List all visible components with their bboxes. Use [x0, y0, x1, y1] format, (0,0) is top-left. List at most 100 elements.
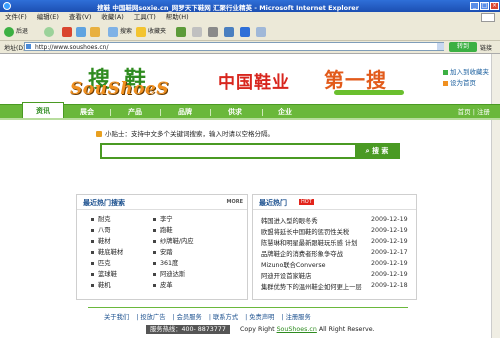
nav-companies[interactable]: 企业: [278, 105, 292, 119]
menu-view[interactable]: 查看(V): [69, 12, 92, 23]
keyword-item[interactable]: 篮球鞋: [91, 269, 117, 278]
edit-icon: [224, 26, 234, 37]
nav-register-link[interactable]: 注册: [477, 108, 490, 116]
menu-file[interactable]: 文件(F): [5, 12, 27, 23]
keyword-label: 鞋机: [98, 282, 111, 289]
keyword-label: 八哥: [98, 227, 111, 234]
window-titlebar: 搜鞋 中国鞋网soxie.cn_网罗天下鞋网 汇聚行业精英 - Microsof…: [0, 0, 500, 12]
news-date: 2009-12-17: [371, 249, 408, 256]
search-submit-button[interactable]: ⌕ 搜 索: [355, 144, 399, 158]
forward-button[interactable]: [44, 26, 56, 37]
keyword-item[interactable]: 皮革: [153, 280, 173, 289]
close-button[interactable]: ×: [490, 2, 499, 10]
address-dropdown-icon[interactable]: [437, 43, 444, 50]
menu-favorites[interactable]: 收藏(A): [101, 12, 124, 23]
news-title[interactable]: 品牌鞋企的消费者形象争夺战: [261, 249, 343, 258]
bullet-icon: [91, 228, 94, 232]
nav-news[interactable]: 资讯: [22, 102, 64, 119]
minimize-button[interactable]: _: [470, 2, 479, 10]
go-button[interactable]: 转到: [449, 42, 477, 52]
keyword-item[interactable]: 安踏: [153, 247, 173, 256]
mail-button[interactable]: [192, 26, 204, 37]
nav-products[interactable]: 产品: [128, 105, 142, 119]
news-title[interactable]: Mizuno联合Converse: [261, 260, 326, 269]
menu-tools[interactable]: 工具(T): [134, 12, 156, 23]
messenger-button[interactable]: [240, 26, 252, 37]
footer-link-disclaimer[interactable]: 免责声明: [249, 314, 274, 321]
footer-divider: [88, 307, 408, 308]
forward-arrow-icon: [44, 26, 54, 37]
footer-link-ads[interactable]: 投放广告: [140, 314, 165, 321]
search-tip-text: 小贴士：支持中文多个关键词搜索，输入时请以空格分隔。: [105, 130, 274, 138]
keyword-item[interactable]: 鞋材: [91, 236, 111, 245]
favorites-button[interactable]: 收藏夹: [136, 26, 166, 37]
address-input[interactable]: http://www.soushoes.cn/: [24, 42, 444, 51]
copyright-prefix: Copy Right: [240, 326, 277, 333]
bullet-icon: [91, 283, 94, 287]
page-icon: [26, 44, 31, 49]
links-button[interactable]: 链接: [480, 43, 492, 52]
keyword-item[interactable]: 八哥: [91, 225, 111, 234]
hot-news-header: 最近热门 HOT: [253, 195, 416, 210]
bullet-icon: [91, 261, 94, 265]
home-icon: [443, 80, 448, 86]
vertical-scrollbar[interactable]: [491, 54, 500, 338]
news-date: 2009-12-18: [371, 282, 408, 289]
nav-supply[interactable]: 供求: [228, 105, 242, 119]
bullet-icon: [91, 217, 94, 221]
back-label: 后退: [16, 28, 29, 35]
nav-exhibition[interactable]: 展会: [80, 105, 94, 119]
hot-search-header: 最近热门搜索 MORE: [77, 195, 247, 210]
favorites-label: 收藏夹: [148, 28, 167, 35]
news-title[interactable]: 集群优势下的温州鞋企如何更上一层: [261, 282, 362, 291]
bullet-icon: [91, 239, 94, 243]
copyright-link[interactable]: SouShoes.cn: [277, 326, 317, 333]
keyword-item[interactable]: 耐克: [91, 214, 111, 223]
site-logo[interactable]: SouShoeS: [70, 79, 169, 99]
refresh-button[interactable]: [76, 26, 88, 37]
print-button[interactable]: [208, 26, 220, 37]
set-home-link[interactable]: 设为首页: [443, 77, 476, 87]
keyword-item[interactable]: 跑鞋: [153, 225, 173, 234]
keyword-item[interactable]: 匹克: [91, 258, 111, 267]
news-date: 2009-12-19: [371, 271, 408, 278]
add-favorite-link[interactable]: 加入到收藏夹: [443, 66, 489, 76]
maximize-button[interactable]: □: [480, 2, 489, 10]
footer-link-about[interactable]: 关于我们: [104, 314, 129, 321]
service-hotline: 服务热线：400- 8873777: [146, 325, 230, 334]
more-link[interactable]: MORE: [227, 199, 244, 205]
media-button[interactable]: [176, 26, 188, 37]
keyword-item[interactable]: 李宁: [153, 214, 173, 223]
nav-brands[interactable]: 品牌: [178, 105, 192, 119]
footer-link-membership[interactable]: 会员服务: [177, 314, 202, 321]
menu-help[interactable]: 帮助(H): [166, 12, 189, 23]
footer-link-contact[interactable]: 联系方式: [213, 314, 238, 321]
bullet-icon: [153, 272, 156, 276]
menu-edit[interactable]: 编辑(E): [37, 12, 59, 23]
nav-separator: [210, 109, 211, 116]
research-button[interactable]: [256, 26, 268, 37]
address-bar: 地址(D) http://www.soushoes.cn/ 转到 链接: [0, 41, 500, 54]
news-title[interactable]: 陈慧琳和明星最新跟鞋玩乐感 计划: [261, 238, 357, 247]
research-icon: [256, 26, 266, 37]
stop-button[interactable]: [62, 26, 74, 37]
news-title[interactable]: 阿迪开设首家鞋店: [261, 271, 311, 280]
back-button[interactable]: 后退: [4, 26, 28, 37]
keyword-item[interactable]: 阿迪达斯: [153, 269, 185, 278]
messenger-icon: [240, 26, 250, 37]
bullet-icon: [153, 261, 156, 265]
keyword-item[interactable]: 纱牌鞋/内应: [153, 236, 194, 245]
keyword-item[interactable]: 361度: [153, 258, 178, 267]
banner-text-left: 中国鞋业: [218, 73, 290, 93]
news-title[interactable]: 欧盟将延长中国鞋的惩罚性关税: [261, 227, 349, 236]
edit-button[interactable]: [224, 26, 236, 37]
bullet-icon: [153, 283, 156, 287]
search-button[interactable]: 搜索: [108, 26, 132, 37]
home-button[interactable]: [90, 26, 102, 37]
keyword-item[interactable]: 鞋机: [91, 280, 111, 289]
keyword-item[interactable]: 鞋底鞋材: [91, 247, 123, 256]
nav-home-link[interactable]: 首页: [458, 108, 471, 116]
news-title[interactable]: 韩国进入型的眼冬秀: [261, 216, 318, 225]
footer-link-register[interactable]: 注册服务: [286, 314, 311, 321]
plus-icon: [443, 69, 448, 75]
